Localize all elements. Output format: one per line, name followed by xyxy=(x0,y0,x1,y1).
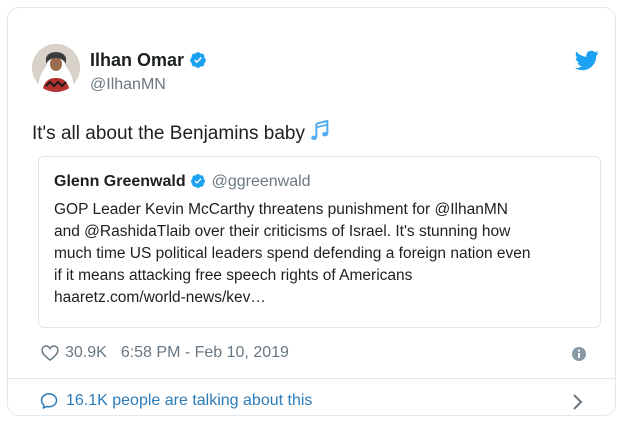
tweet-text: It's all about the Benjamins baby xyxy=(32,120,331,145)
quoted-text-line: and @RashidaTlaib over their criticisms … xyxy=(54,223,511,240)
like-count[interactable]: 30.9K xyxy=(65,344,107,362)
speech-bubble-icon xyxy=(40,393,58,409)
quoted-text-line: GOP Leader Kevin McCarthy threatens puni… xyxy=(54,201,508,218)
quoted-text-line: if it means attacking free speech rights… xyxy=(54,267,413,284)
conversation-link[interactable]: 16.1K people are talking about this xyxy=(39,391,312,411)
twitter-bird-icon[interactable] xyxy=(575,48,599,72)
chevron-right-icon[interactable] xyxy=(571,393,585,411)
conversation-text[interactable]: 16.1K people are talking about this xyxy=(66,392,312,410)
quoted-tweet-text: GOP Leader Kevin McCarthy threatens puni… xyxy=(54,199,589,309)
heart-icon[interactable] xyxy=(40,343,60,363)
verified-badge-icon xyxy=(190,174,205,189)
tweet-meta: 30.9K 6:58 PM - Feb 10, 2019 xyxy=(40,343,289,363)
multiple-musical-notes-icon xyxy=(311,120,329,141)
avatar[interactable] xyxy=(32,44,80,92)
quoted-text-line: much time US political leaders spend def… xyxy=(54,245,531,262)
divider xyxy=(8,378,615,379)
author-name[interactable]: Ilhan Omar xyxy=(90,50,207,71)
timestamp[interactable]: 6:58 PM - Feb 10, 2019 xyxy=(121,344,289,362)
verified-badge-icon xyxy=(190,52,206,68)
info-icon[interactable] xyxy=(571,346,587,362)
quoted-author[interactable]: Glenn Greenwald @ggreenwald xyxy=(54,173,311,191)
quoted-tweet[interactable]: Glenn Greenwald @ggreenwald GOP Leader Ke… xyxy=(38,156,601,328)
quoted-author-handle[interactable]: @ggreenwald xyxy=(212,173,311,190)
author-name-text[interactable]: Ilhan Omar xyxy=(90,50,184,70)
tweet-text-body: It's all about the Benjamins baby xyxy=(32,123,305,144)
quoted-link[interactable]: haaretz.com/world-news/kev… xyxy=(54,287,589,309)
tweet-card: Ilhan Omar @IlhanMN It's all about the B… xyxy=(7,7,616,416)
author-handle[interactable]: @IlhanMN xyxy=(90,76,166,94)
quoted-author-name[interactable]: Glenn Greenwald xyxy=(54,173,186,190)
